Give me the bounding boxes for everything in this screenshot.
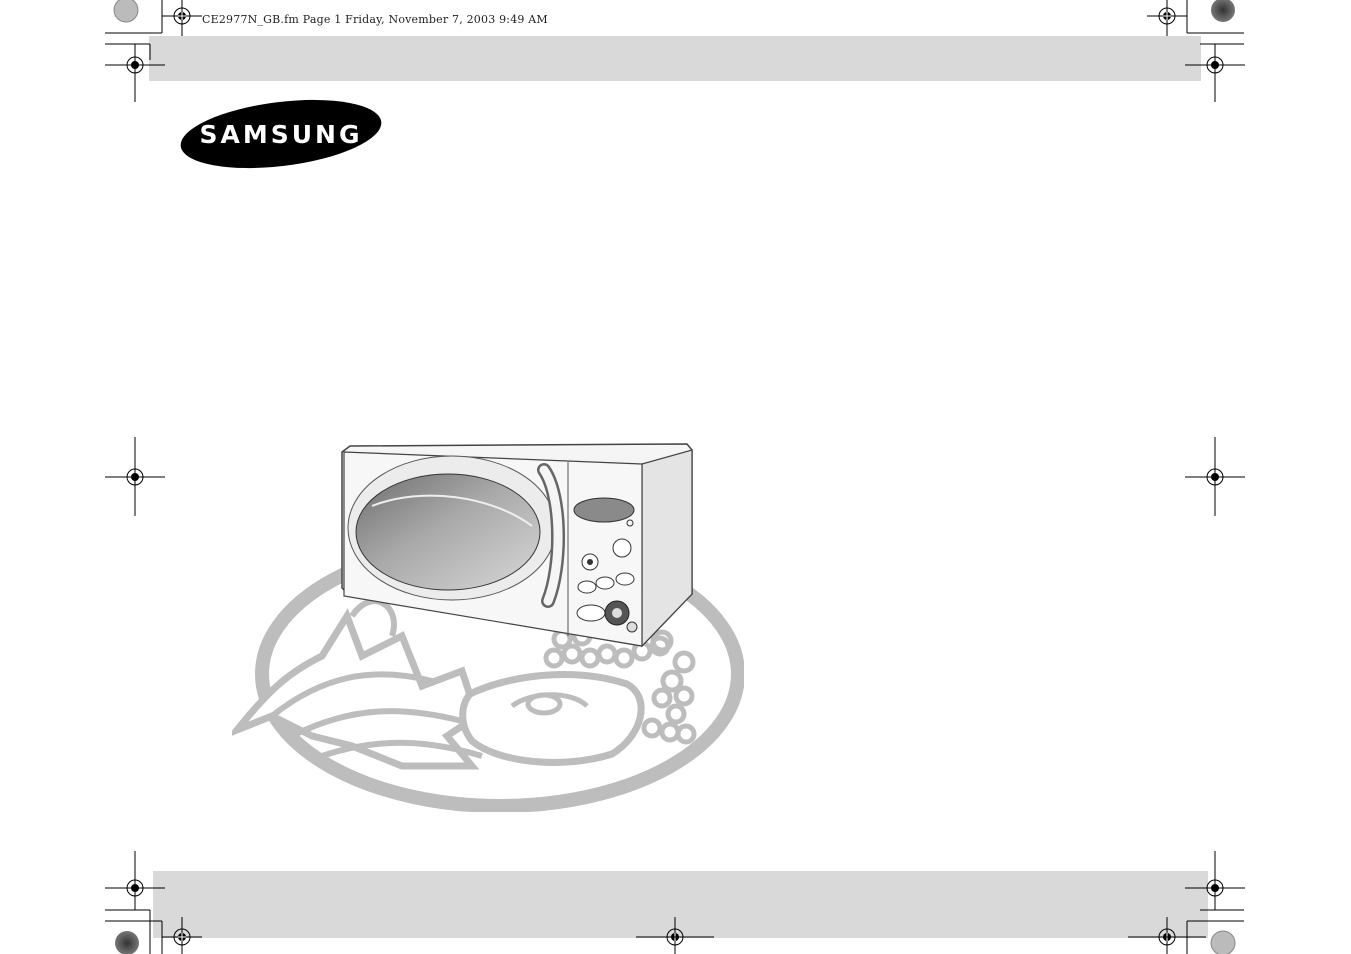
footer-band bbox=[153, 871, 1208, 938]
logo-text: SAMSUNG bbox=[200, 120, 363, 149]
samsung-logo: SAMSUNG bbox=[180, 99, 382, 169]
file-info-header: CE2977N_GB.fm Page 1 Friday, November 7,… bbox=[202, 13, 548, 26]
header-band bbox=[149, 36, 1201, 81]
microwave-illustration bbox=[232, 443, 744, 812]
